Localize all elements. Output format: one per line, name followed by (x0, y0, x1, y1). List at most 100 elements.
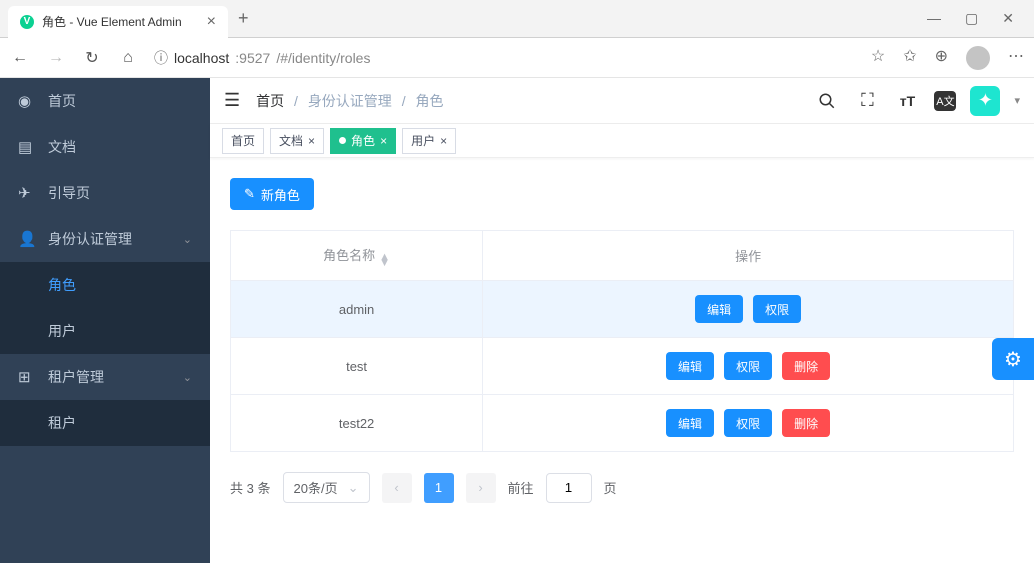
navbar: ☰ 首页 / 身份认证管理 / 角色 ⛶ тT A文 ✦ ▾ (210, 78, 1034, 124)
sidebar-item-roles[interactable]: 角色 (0, 262, 210, 308)
fullscreen-icon[interactable]: ⛶ (854, 88, 880, 114)
perm-button[interactable]: 权限 (724, 409, 772, 437)
page-size-select[interactable]: 20条/页 ⌄ (283, 472, 370, 503)
more-icon[interactable]: ⋯ (1008, 46, 1024, 70)
sidebar-label: 租户 (48, 413, 76, 433)
new-role-button[interactable]: ✎ 新角色 (230, 178, 314, 210)
tenant-icon: ⊞ (18, 368, 34, 386)
goto-suffix: 页 (604, 478, 617, 497)
back-icon[interactable]: ← (10, 49, 30, 67)
document-icon: ▤ (18, 138, 34, 156)
breadcrumb-item[interactable]: 首页 (256, 93, 284, 109)
cell-actions: 编辑权限删除 (483, 395, 1014, 452)
favorites-icon[interactable]: ✩ (903, 46, 916, 70)
forward-icon[interactable]: → (46, 49, 66, 67)
font-size-icon[interactable]: тT (894, 88, 920, 114)
sidebar-item-tenant[interactable]: ⊞租户管理⌄ (0, 354, 210, 400)
tag-roles[interactable]: 角色× (330, 128, 396, 154)
prev-page-button[interactable]: ‹ (382, 473, 412, 503)
tag-label: 用户 (411, 132, 435, 149)
minimize-icon[interactable]: — (927, 10, 941, 27)
guide-icon: ✈ (18, 184, 34, 202)
url-path: /#/identity/roles (276, 50, 370, 66)
close-icon[interactable]: × (380, 134, 387, 148)
sort-icon[interactable]: ▲▼ (379, 254, 390, 266)
maximize-icon[interactable]: ▢ (965, 10, 978, 27)
tag-docs[interactable]: 文档 × (270, 128, 324, 154)
chevron-down-icon: ⌄ (348, 480, 359, 496)
close-icon[interactable]: × (440, 134, 447, 148)
tag-home[interactable]: 首页 (222, 128, 264, 154)
search-icon[interactable] (814, 88, 840, 114)
new-tab-button[interactable]: + (238, 8, 249, 29)
vue-favicon: V (20, 15, 34, 29)
sidebar-item-tenants[interactable]: 租户 (0, 400, 210, 446)
select-value: 20条/页 (294, 478, 338, 497)
sidebar-item-users[interactable]: 用户 (0, 308, 210, 354)
hamburger-icon[interactable]: ☰ (224, 90, 240, 111)
delete-button[interactable]: 删除 (782, 352, 830, 380)
close-window-icon[interactable]: ✕ (1002, 10, 1014, 27)
roles-table: 角色名称▲▼ 操作 admin编辑权限test编辑权限删除test22编辑权限删… (230, 230, 1014, 452)
perm-button[interactable]: 权限 (753, 295, 801, 323)
settings-fab[interactable]: ⚙ (992, 338, 1034, 380)
active-dot-icon (339, 137, 346, 144)
profile-avatar[interactable] (966, 46, 990, 70)
tags-view: 首页 文档 × 角色× 用户 × (210, 124, 1034, 158)
tab-title: 角色 - Vue Element Admin (42, 13, 182, 30)
sidebar-label: 身份认证管理 (48, 229, 132, 249)
url-host: localhost (174, 50, 229, 66)
tag-label: 文档 (279, 132, 303, 149)
tag-label: 首页 (231, 132, 255, 149)
cell-actions: 编辑权限 (483, 281, 1014, 338)
chevron-down-icon: ⌄ (183, 233, 192, 246)
app-logo[interactable]: ✦ (970, 86, 1000, 116)
edit-button[interactable]: 编辑 (666, 352, 714, 380)
sidebar-item-docs[interactable]: ▤ 文档 (0, 124, 210, 170)
window-controls: — ▢ ✕ (927, 10, 1034, 27)
delete-button[interactable]: 删除 (782, 409, 830, 437)
cell-name: test22 (231, 395, 483, 452)
breadcrumb: 首页 / 身份认证管理 / 角色 (256, 91, 443, 111)
total-text: 共 3 条 (230, 478, 271, 497)
pagination: 共 3 条 20条/页⌄ ‹ 1 › 前往 页 (230, 472, 1014, 503)
user-icon: 👤 (18, 230, 34, 248)
cell-name: test (231, 338, 483, 395)
column-header-action: 操作 (483, 231, 1014, 281)
info-icon[interactable]: ⓘ (154, 48, 168, 68)
sidebar-label: 角色 (48, 275, 76, 295)
close-icon[interactable]: × (308, 134, 315, 148)
page-number[interactable]: 1 (424, 473, 454, 503)
button-label: 新角色 (261, 185, 300, 204)
close-tab-icon[interactable]: × (207, 13, 216, 31)
home-icon[interactable]: ⌂ (118, 49, 138, 67)
sidebar-label: 文档 (48, 137, 76, 157)
tag-users[interactable]: 用户 × (402, 128, 456, 154)
dashboard-icon: ◉ (18, 92, 34, 110)
caret-down-icon[interactable]: ▾ (1014, 94, 1020, 107)
gear-icon: ⚙ (1004, 347, 1022, 372)
column-header-name[interactable]: 角色名称 ▲▼ (231, 231, 483, 281)
sidebar-label: 引导页 (48, 183, 90, 203)
goto-page-input[interactable] (546, 473, 592, 503)
edit-button[interactable]: 编辑 (695, 295, 743, 323)
sidebar-item-guide[interactable]: ✈ 引导页 (0, 170, 210, 216)
table-row: admin编辑权限 (231, 281, 1014, 338)
browser-tab[interactable]: V 角色 - Vue Element Admin × (8, 6, 228, 38)
perm-button[interactable]: 权限 (724, 352, 772, 380)
sidebar-item-home[interactable]: ◉首页 (0, 78, 210, 124)
collections-icon[interactable]: ⊕ (935, 46, 948, 70)
url-input[interactable]: ⓘ localhost:9527/#/identity/roles (154, 48, 855, 68)
chevron-down-icon: ⌄ (183, 371, 192, 384)
refresh-icon[interactable]: ↻ (82, 48, 102, 68)
table-row: test编辑权限删除 (231, 338, 1014, 395)
header-label: 角色名称 (323, 248, 375, 263)
language-icon[interactable]: A文 (934, 91, 956, 111)
next-page-button[interactable]: › (466, 473, 496, 503)
star-icon[interactable]: ☆ (871, 46, 885, 70)
breadcrumb-item[interactable]: 身份认证管理 (308, 93, 392, 109)
edit-button[interactable]: 编辑 (666, 409, 714, 437)
browser-tab-bar: V 角色 - Vue Element Admin × + — ▢ ✕ (0, 0, 1034, 38)
cell-actions: 编辑权限删除 (483, 338, 1014, 395)
sidebar-item-identity[interactable]: 👤 身份认证管理 ⌄ (0, 216, 210, 262)
